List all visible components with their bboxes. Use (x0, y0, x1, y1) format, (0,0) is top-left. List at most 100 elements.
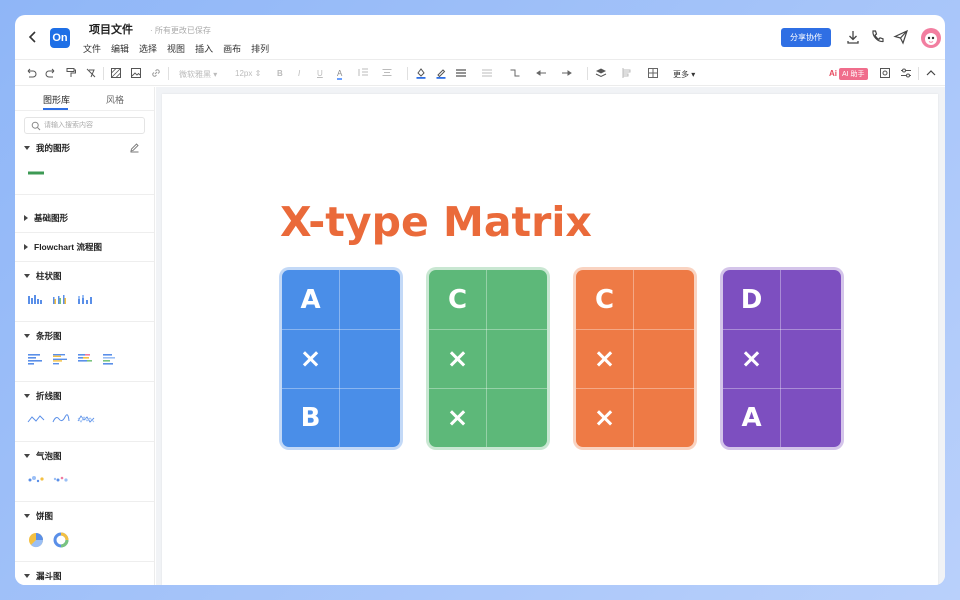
edit-icon[interactable] (129, 142, 140, 153)
format-painter-icon[interactable] (65, 67, 77, 79)
pattern-icon[interactable] (110, 67, 122, 79)
connector-icon[interactable] (509, 67, 521, 79)
matrix-cell[interactable]: A (282, 270, 339, 329)
tab-shape-library[interactable]: 图形库 (43, 93, 70, 106)
tab-style[interactable]: 风格 (106, 93, 124, 106)
arrow-start-icon[interactable] (535, 67, 547, 79)
matrix-card-1[interactable]: A × B (282, 270, 400, 447)
caret-down-icon (24, 514, 30, 518)
layers-icon[interactable] (595, 67, 607, 79)
stacked-column-chart-thumb[interactable] (77, 293, 95, 305)
multi-line-chart-thumb[interactable] (77, 413, 95, 425)
line-style-icon[interactable] (481, 67, 493, 79)
matrix-cell[interactable]: C (429, 270, 486, 329)
column-chart-thumb[interactable] (27, 293, 45, 305)
menu-file[interactable]: 文件 (83, 42, 101, 55)
donut-chart-thumb[interactable] (52, 531, 70, 549)
app-window: On 项目文件 · 所有更改已保存 文件 编辑 选择 视图 插入 画布 排列 分… (15, 15, 945, 585)
bar-chart-thumb[interactable] (27, 353, 45, 365)
matrix-cell[interactable]: × (282, 329, 339, 388)
align-objects-icon[interactable] (621, 67, 633, 79)
italic-icon[interactable]: I (298, 69, 300, 78)
caret-down-icon (24, 394, 30, 398)
matrix-card-4[interactable]: D × A (723, 270, 841, 447)
matrix-cell[interactable]: × (576, 388, 633, 447)
align-icon[interactable] (381, 67, 393, 79)
section-header[interactable]: 折线图 (24, 389, 62, 403)
section-header[interactable]: 柱状图 (24, 269, 62, 283)
matrix-cell[interactable]: B (282, 388, 339, 447)
bubble-chart-thumb[interactable] (27, 473, 45, 485)
matrix-cell[interactable]: C (576, 270, 633, 329)
matrix-cell[interactable]: × (723, 329, 780, 388)
menu-insert[interactable]: 插入 (195, 42, 213, 55)
bold-icon[interactable]: B (277, 69, 283, 78)
font-size-select[interactable]: 12px ⇕ (235, 69, 261, 78)
image-search-icon[interactable] (879, 67, 891, 79)
phone-icon[interactable] (869, 29, 885, 45)
app-logo[interactable]: On (50, 28, 70, 48)
matrix-cell[interactable]: × (429, 388, 486, 447)
share-button[interactable]: 分享协作 (781, 28, 831, 47)
menu-view[interactable]: 视图 (167, 42, 185, 55)
menu-select[interactable]: 选择 (139, 42, 157, 55)
image-icon[interactable] (130, 67, 142, 79)
undo-icon[interactable] (25, 67, 37, 79)
section-header[interactable]: 条形图 (24, 329, 62, 343)
matrix-cell[interactable]: × (576, 329, 633, 388)
shape-thumbnails (27, 473, 70, 485)
ai-assistant-button[interactable]: Ai AI 助手 (829, 67, 868, 80)
settings-sliders-icon[interactable] (900, 67, 912, 79)
font-color-icon[interactable]: A (337, 69, 343, 80)
line-weight-icon[interactable] (455, 67, 467, 79)
shape-thumbnails (27, 413, 95, 425)
menu-edit[interactable]: 编辑 (111, 42, 129, 55)
line-spacing-icon[interactable] (357, 67, 369, 79)
section-title: 我的图形 (36, 143, 71, 153)
back-icon[interactable] (25, 29, 41, 45)
scatter-chart-thumb[interactable] (52, 473, 70, 485)
smooth-line-chart-thumb[interactable] (52, 413, 70, 425)
shape-green-bar[interactable] (27, 167, 45, 179)
section-header[interactable]: 饼图 (24, 509, 53, 523)
file-title[interactable]: 项目文件 (89, 21, 133, 37)
link-icon[interactable] (150, 67, 162, 79)
line-chart-thumb[interactable] (27, 413, 45, 425)
grouped-column-chart-thumb[interactable] (52, 293, 70, 305)
avatar[interactable] (921, 28, 941, 48)
section-header[interactable]: 我的图形 (24, 141, 70, 155)
diagram-title[interactable]: X-type Matrix (280, 198, 592, 246)
section-my-shapes: 我的图形 (15, 141, 154, 195)
grouped-bar-chart-thumb[interactable] (52, 353, 70, 365)
section-header[interactable]: 基础图形 (24, 211, 68, 225)
underline-icon[interactable]: U (317, 69, 323, 78)
download-icon[interactable] (845, 29, 861, 45)
arrow-end-icon[interactable] (561, 67, 573, 79)
menu-canvas[interactable]: 画布 (223, 42, 241, 55)
clear-format-icon[interactable] (85, 67, 97, 79)
send-icon[interactable] (893, 29, 909, 45)
collapse-toolbar-icon[interactable] (925, 67, 937, 79)
more-button[interactable]: 更多 ▾ (673, 69, 695, 80)
section-header[interactable]: 气泡图 (24, 449, 62, 463)
group-icon[interactable] (647, 67, 659, 79)
matrix-cell[interactable]: D (723, 270, 780, 329)
section-header[interactable]: Flowchart 流程图 (24, 240, 102, 254)
line-color-icon[interactable] (435, 67, 447, 79)
search-input[interactable] (44, 119, 140, 132)
section-header[interactable]: 漏斗图 (24, 569, 62, 583)
toolbar-divider (918, 67, 919, 80)
canvas-page[interactable]: X-type Matrix A × B C × × C × × D × A (162, 94, 938, 585)
pie-chart-thumb[interactable] (27, 531, 45, 549)
font-family-select[interactable]: 微软雅黑 ▾ (179, 69, 217, 80)
fill-color-icon[interactable] (415, 67, 427, 79)
redo-icon[interactable] (45, 67, 57, 79)
matrix-card-3[interactable]: C × × (576, 270, 694, 447)
stacked-bar-chart-thumb[interactable] (77, 353, 95, 365)
matrix-card-2[interactable]: C × × (429, 270, 547, 447)
card-divider (780, 270, 781, 447)
percent-bar-chart-thumb[interactable] (102, 353, 120, 365)
matrix-cell[interactable]: A (723, 388, 780, 447)
menu-arrange[interactable]: 排列 (251, 42, 269, 55)
matrix-cell[interactable]: × (429, 329, 486, 388)
